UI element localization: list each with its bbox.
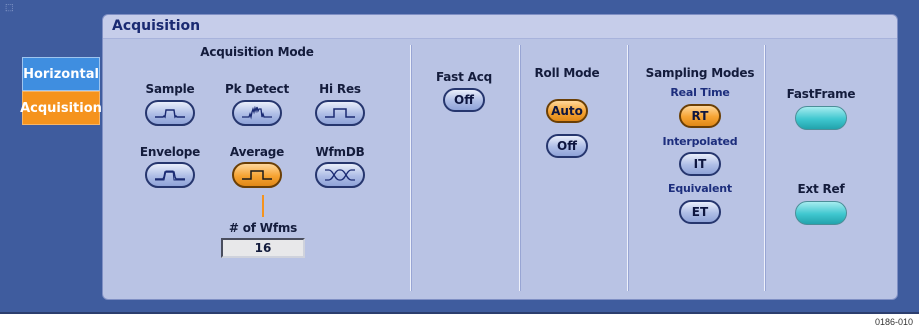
average-button[interactable] <box>232 162 282 188</box>
average-waveform-icon <box>242 170 272 180</box>
tab-horizontal[interactable]: Horizontal <box>22 57 100 91</box>
average-label: Average <box>229 145 285 159</box>
real-time-label: Real Time <box>670 86 730 99</box>
roll-mode-auto-button[interactable]: Auto <box>546 99 588 123</box>
hi-res-button[interactable] <box>315 100 365 126</box>
average-connector-line <box>262 195 264 217</box>
peak-detect-waveform-icon <box>242 106 272 120</box>
wfmdb-waveform-icon <box>325 169 355 181</box>
wfmdb-button[interactable] <box>315 162 365 188</box>
wfms-label: # of Wfms <box>228 221 298 235</box>
wfms-count-field[interactable]: 16 <box>221 238 305 258</box>
wfmdb-label: WfmDB <box>315 145 365 159</box>
acquisition-window: ⬚ Horizontal Acquisition Acquisition Acq… <box>0 0 919 328</box>
pk-detect-button[interactable] <box>232 100 282 126</box>
interpolated-button[interactable]: IT <box>679 152 721 176</box>
envelope-waveform-icon <box>155 170 185 181</box>
fastframe-button[interactable] <box>795 106 847 130</box>
equivalent-label: Equivalent <box>668 182 732 195</box>
section-divider <box>519 45 520 291</box>
panel-header: Acquisition <box>103 15 897 39</box>
section-divider <box>410 45 411 291</box>
tab-horizontal-label: Horizontal <box>23 66 99 82</box>
tab-acquisition[interactable]: Acquisition <box>20 91 102 125</box>
fast-acq-heading: Fast Acq <box>435 70 493 84</box>
window-resize-grip-icon[interactable]: ⬚ <box>5 3 14 12</box>
sampling-modes-heading: Sampling Modes <box>645 66 755 80</box>
interpolated-label: Interpolated <box>662 135 738 148</box>
fastframe-label: FastFrame <box>786 87 856 101</box>
fast-acq-off-button[interactable]: Off <box>443 88 485 112</box>
panel-title: Acquisition <box>112 18 201 34</box>
roll-mode-off-button[interactable]: Off <box>546 134 588 158</box>
hi-res-waveform-icon <box>325 108 355 118</box>
envelope-button[interactable] <box>145 162 195 188</box>
figure-id: 0186-010 <box>874 317 913 327</box>
tab-acquisition-label: Acquisition <box>20 100 102 116</box>
equivalent-button[interactable]: ET <box>679 200 721 224</box>
roll-mode-heading: Roll Mode <box>534 66 600 80</box>
sample-waveform-icon <box>155 109 185 119</box>
window-bottom-border <box>0 312 919 314</box>
sample-button[interactable] <box>145 100 195 126</box>
ext-ref-label: Ext Ref <box>797 182 845 196</box>
acquisition-mode-heading: Acquisition Mode <box>200 45 314 59</box>
real-time-button[interactable]: RT <box>679 104 721 128</box>
sample-label: Sample <box>145 82 195 96</box>
ext-ref-button[interactable] <box>795 201 847 225</box>
hi-res-label: Hi Res <box>319 82 361 96</box>
pk-detect-label: Pk Detect <box>225 82 289 96</box>
envelope-label: Envelope <box>139 145 201 159</box>
section-divider <box>627 45 628 291</box>
section-divider <box>764 45 765 291</box>
